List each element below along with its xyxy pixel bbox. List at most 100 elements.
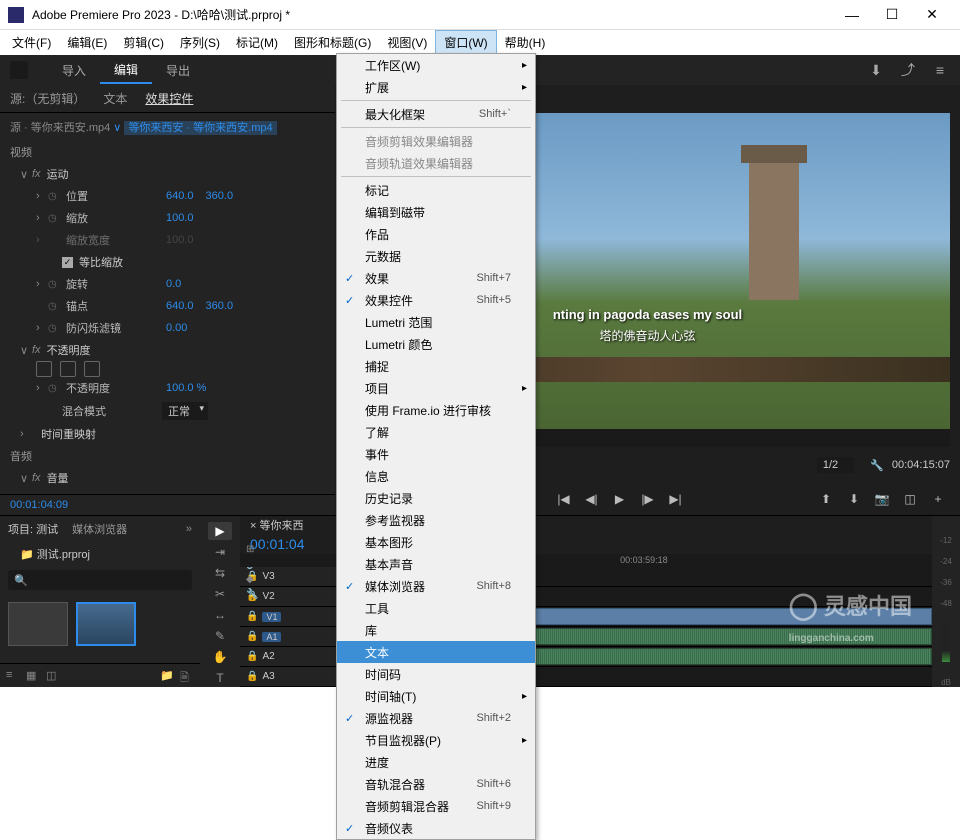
menu-item[interactable]: 标记	[337, 179, 535, 201]
close-button[interactable]: ✕	[912, 1, 952, 29]
group-volume[interactable]: ∨fx音量	[0, 467, 335, 489]
pen-tool[interactable]: ✎	[208, 627, 232, 645]
rect-mask-icon[interactable]	[60, 361, 76, 377]
menu-item[interactable]: 音频剪辑混合器Shift+9	[337, 795, 535, 817]
menu-item[interactable]: 捕捉	[337, 355, 535, 377]
quick-export-icon[interactable]: ⬇	[866, 60, 886, 80]
play-button[interactable]: ▶	[608, 488, 632, 510]
menu-graphics[interactable]: 图形和标题(G)	[286, 31, 379, 54]
bin-thumb-2[interactable]	[76, 602, 136, 646]
menu-item[interactable]: 工具	[337, 597, 535, 619]
track-v1[interactable]: 🔒V1	[240, 607, 350, 627]
menu-item[interactable]: 工作区(W)	[337, 54, 535, 76]
menu-view[interactable]: 视图(V)	[379, 31, 435, 54]
blend-mode-select[interactable]: 正常	[162, 402, 208, 420]
menu-clip[interactable]: 剪辑(C)	[115, 31, 172, 54]
icon-view-icon[interactable]: ▦	[26, 669, 40, 683]
tab-media-browser[interactable]: 媒体浏览器	[72, 521, 127, 537]
menu-help[interactable]: 帮助(H)	[497, 31, 554, 54]
share-icon[interactable]: ⤴	[898, 60, 918, 80]
minimize-button[interactable]: —	[832, 1, 872, 29]
group-opacity[interactable]: ∨fx不透明度	[0, 339, 335, 361]
menu-item[interactable]: ✓效果控件Shift+5	[337, 289, 535, 311]
menu-item[interactable]: 时间轴(T)	[337, 685, 535, 707]
slip-tool[interactable]: ↔	[208, 606, 232, 624]
menu-item[interactable]: 参考监视器	[337, 509, 535, 531]
bin-thumb-1[interactable]	[8, 602, 68, 646]
razor-tool[interactable]: ✂	[208, 585, 232, 603]
marker-icon[interactable]: ◆	[246, 574, 260, 586]
menu-edit[interactable]: 编辑(E)	[59, 31, 115, 54]
export-frame-button[interactable]: 📷	[870, 488, 894, 510]
menu-item[interactable]: Lumetri 范围	[337, 311, 535, 333]
hand-tool[interactable]: ✋	[208, 648, 232, 666]
menu-item[interactable]: ✓音频仪表	[337, 817, 535, 839]
menu-item[interactable]: 元数据	[337, 245, 535, 267]
menu-item[interactable]: 事件	[337, 443, 535, 465]
track-a1[interactable]: 🔒A1	[240, 627, 350, 647]
resolution-select[interactable]: 1/2	[817, 457, 854, 473]
settings-icon[interactable]: 🔧	[246, 589, 260, 601]
workspace-export[interactable]: 导出	[152, 58, 204, 83]
menu-item[interactable]: 信息	[337, 465, 535, 487]
track-a3[interactable]: 🔒A3	[240, 667, 350, 687]
menu-file[interactable]: 文件(F)	[4, 31, 59, 54]
project-search[interactable]: 🔍	[8, 570, 192, 590]
menu-item[interactable]: 音轨混合器Shift+6	[337, 773, 535, 795]
tab-project[interactable]: 项目: 测试	[8, 521, 58, 537]
tab-source[interactable]: 源:（无剪辑）	[10, 90, 85, 107]
workspace-menu-icon[interactable]: ≡	[930, 60, 950, 80]
group-motion[interactable]: ∨fx运动	[0, 163, 335, 185]
step-forward-button[interactable]: |▶	[636, 488, 660, 510]
breadcrumb-sequence[interactable]: 等你来西安 · 等你来西安.mp4	[124, 121, 276, 135]
timeline-tab[interactable]: × 等你来西	[250, 517, 303, 533]
selection-tool[interactable]: ▶	[208, 522, 232, 540]
menu-item[interactable]: 进度	[337, 751, 535, 773]
menu-item[interactable]: 扩展	[337, 76, 535, 98]
goto-out-button[interactable]: ▶|	[664, 488, 688, 510]
uniform-scale-checkbox[interactable]: ✓	[62, 257, 73, 268]
menu-item[interactable]: ✓媒体浏览器Shift+8	[337, 575, 535, 597]
menu-item[interactable]: 了解	[337, 421, 535, 443]
menu-item[interactable]: 节目监视器(P)	[337, 729, 535, 751]
ripple-tool[interactable]: ⇆	[208, 564, 232, 582]
tab-text[interactable]: 文本	[103, 90, 127, 107]
track-select-tool[interactable]: ⇥	[208, 543, 232, 561]
type-tool[interactable]: T	[208, 669, 232, 687]
menu-item[interactable]: ✓源监视器Shift+2	[337, 707, 535, 729]
tab-effect-controls[interactable]: 效果控件	[145, 90, 193, 107]
home-icon[interactable]	[10, 61, 28, 79]
menu-item[interactable]: 基本图形	[337, 531, 535, 553]
menu-item[interactable]: 文本	[337, 641, 535, 663]
new-bin-icon[interactable]: 📁	[160, 669, 174, 683]
menu-sequence[interactable]: 序列(S)	[172, 31, 228, 54]
compare-button[interactable]: ◫	[898, 488, 922, 510]
menu-item[interactable]: 时间码	[337, 663, 535, 685]
track-a2[interactable]: 🔒A2	[240, 647, 350, 667]
ellipse-mask-icon[interactable]	[36, 361, 52, 377]
menu-item[interactable]: ✓效果Shift+7	[337, 267, 535, 289]
pen-mask-icon[interactable]	[84, 361, 100, 377]
goto-in-button[interactable]: |◀	[552, 488, 576, 510]
menu-item[interactable]: 历史记录	[337, 487, 535, 509]
settings-icon[interactable]: 🔧	[870, 459, 884, 472]
menu-item[interactable]: Lumetri 颜色	[337, 333, 535, 355]
menu-item[interactable]: 编辑到磁带	[337, 201, 535, 223]
new-item-icon[interactable]: 🗎	[180, 669, 194, 683]
menu-item[interactable]: 使用 Frame.io 进行审核	[337, 399, 535, 421]
lift-button[interactable]: ⬆	[814, 488, 838, 510]
menu-item[interactable]: 库	[337, 619, 535, 641]
step-back-button[interactable]: ◀|	[580, 488, 604, 510]
group-time-remap[interactable]: › 时间重映射	[0, 423, 335, 445]
button-editor[interactable]: +	[926, 488, 950, 510]
menu-item[interactable]: 作品	[337, 223, 535, 245]
freeform-view-icon[interactable]: ◫	[46, 669, 60, 683]
extract-button[interactable]: ⬇	[842, 488, 866, 510]
menu-item[interactable]: 项目	[337, 377, 535, 399]
menu-marker[interactable]: 标记(M)	[228, 31, 286, 54]
panel-menu-icon[interactable]: »	[186, 523, 192, 535]
workspace-edit[interactable]: 编辑	[100, 57, 152, 84]
workspace-import[interactable]: 导入	[48, 58, 100, 83]
menu-item[interactable]: 基本声音	[337, 553, 535, 575]
maximize-button[interactable]: ☐	[872, 1, 912, 29]
